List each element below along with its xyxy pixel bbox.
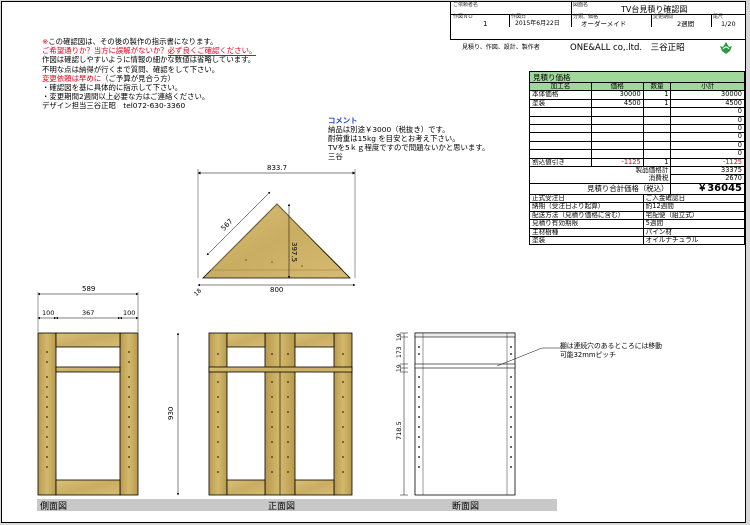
dim-section-6: 718.5	[395, 421, 403, 440]
section-top-board	[414, 332, 516, 338]
knot	[271, 261, 273, 263]
dim-side-mid: 367	[82, 309, 94, 317]
top-view: 833.7 567 397.5 800 18	[193, 164, 356, 298]
technical-drawing: 833.7 567 397.5 800 18 589 100 367 100 9…	[37, 164, 662, 512]
section-outline	[414, 332, 516, 496]
front-rail	[226, 332, 266, 348]
side-leg-left	[37, 332, 57, 496]
side-rail-bottom	[55, 479, 121, 496]
side-view: 589 100 367 100 930	[37, 285, 180, 496]
knot	[301, 265, 303, 267]
front-rail-bottom	[294, 479, 335, 496]
section-view: 19 173 19 718.5 棚は連続穴のあるところには移動 可能32mmピッ…	[395, 332, 662, 496]
side-rail-top	[55, 332, 121, 348]
dim-section-1: 19	[396, 333, 403, 341]
label-side-view: 側面図	[40, 500, 67, 512]
front-rail-bottom	[226, 479, 266, 496]
dim-side: 567	[220, 217, 235, 232]
label-section-view: 断面図	[452, 500, 479, 512]
dim-front-height: 930	[167, 407, 175, 420]
shelf-note-1: 棚は連続穴のあるところには移動	[560, 341, 662, 350]
dim-height: 397.5	[290, 242, 298, 262]
shelf-note-2: 可能32mmピッチ	[560, 350, 616, 359]
dim-side-left: 100	[42, 309, 54, 317]
dim-section-3: 19	[396, 364, 403, 372]
front-leg-right	[333, 332, 353, 496]
front-rail	[294, 332, 335, 348]
dim-side-right: 100	[123, 309, 135, 317]
dim-base: 800	[270, 286, 283, 294]
knot	[245, 259, 247, 261]
side-rail-shelf	[55, 366, 121, 373]
side-leg-right	[119, 332, 139, 496]
dim-section-2: 173	[396, 346, 403, 358]
label-front-view: 正面図	[268, 501, 295, 512]
front-shelf	[208, 366, 353, 373]
dim-top-width: 833.7	[267, 164, 287, 172]
front-view	[208, 332, 353, 496]
front-leg-left	[208, 332, 228, 496]
dim-side-total: 589	[82, 285, 95, 293]
drawing-sheet: ご依頼者名 図面名 TV台見積り確認図 作図ＮＯ 1 作図日 2015年6月22…	[1, 1, 746, 523]
triangle-top	[202, 203, 351, 279]
dim-depth: 18	[193, 287, 203, 297]
